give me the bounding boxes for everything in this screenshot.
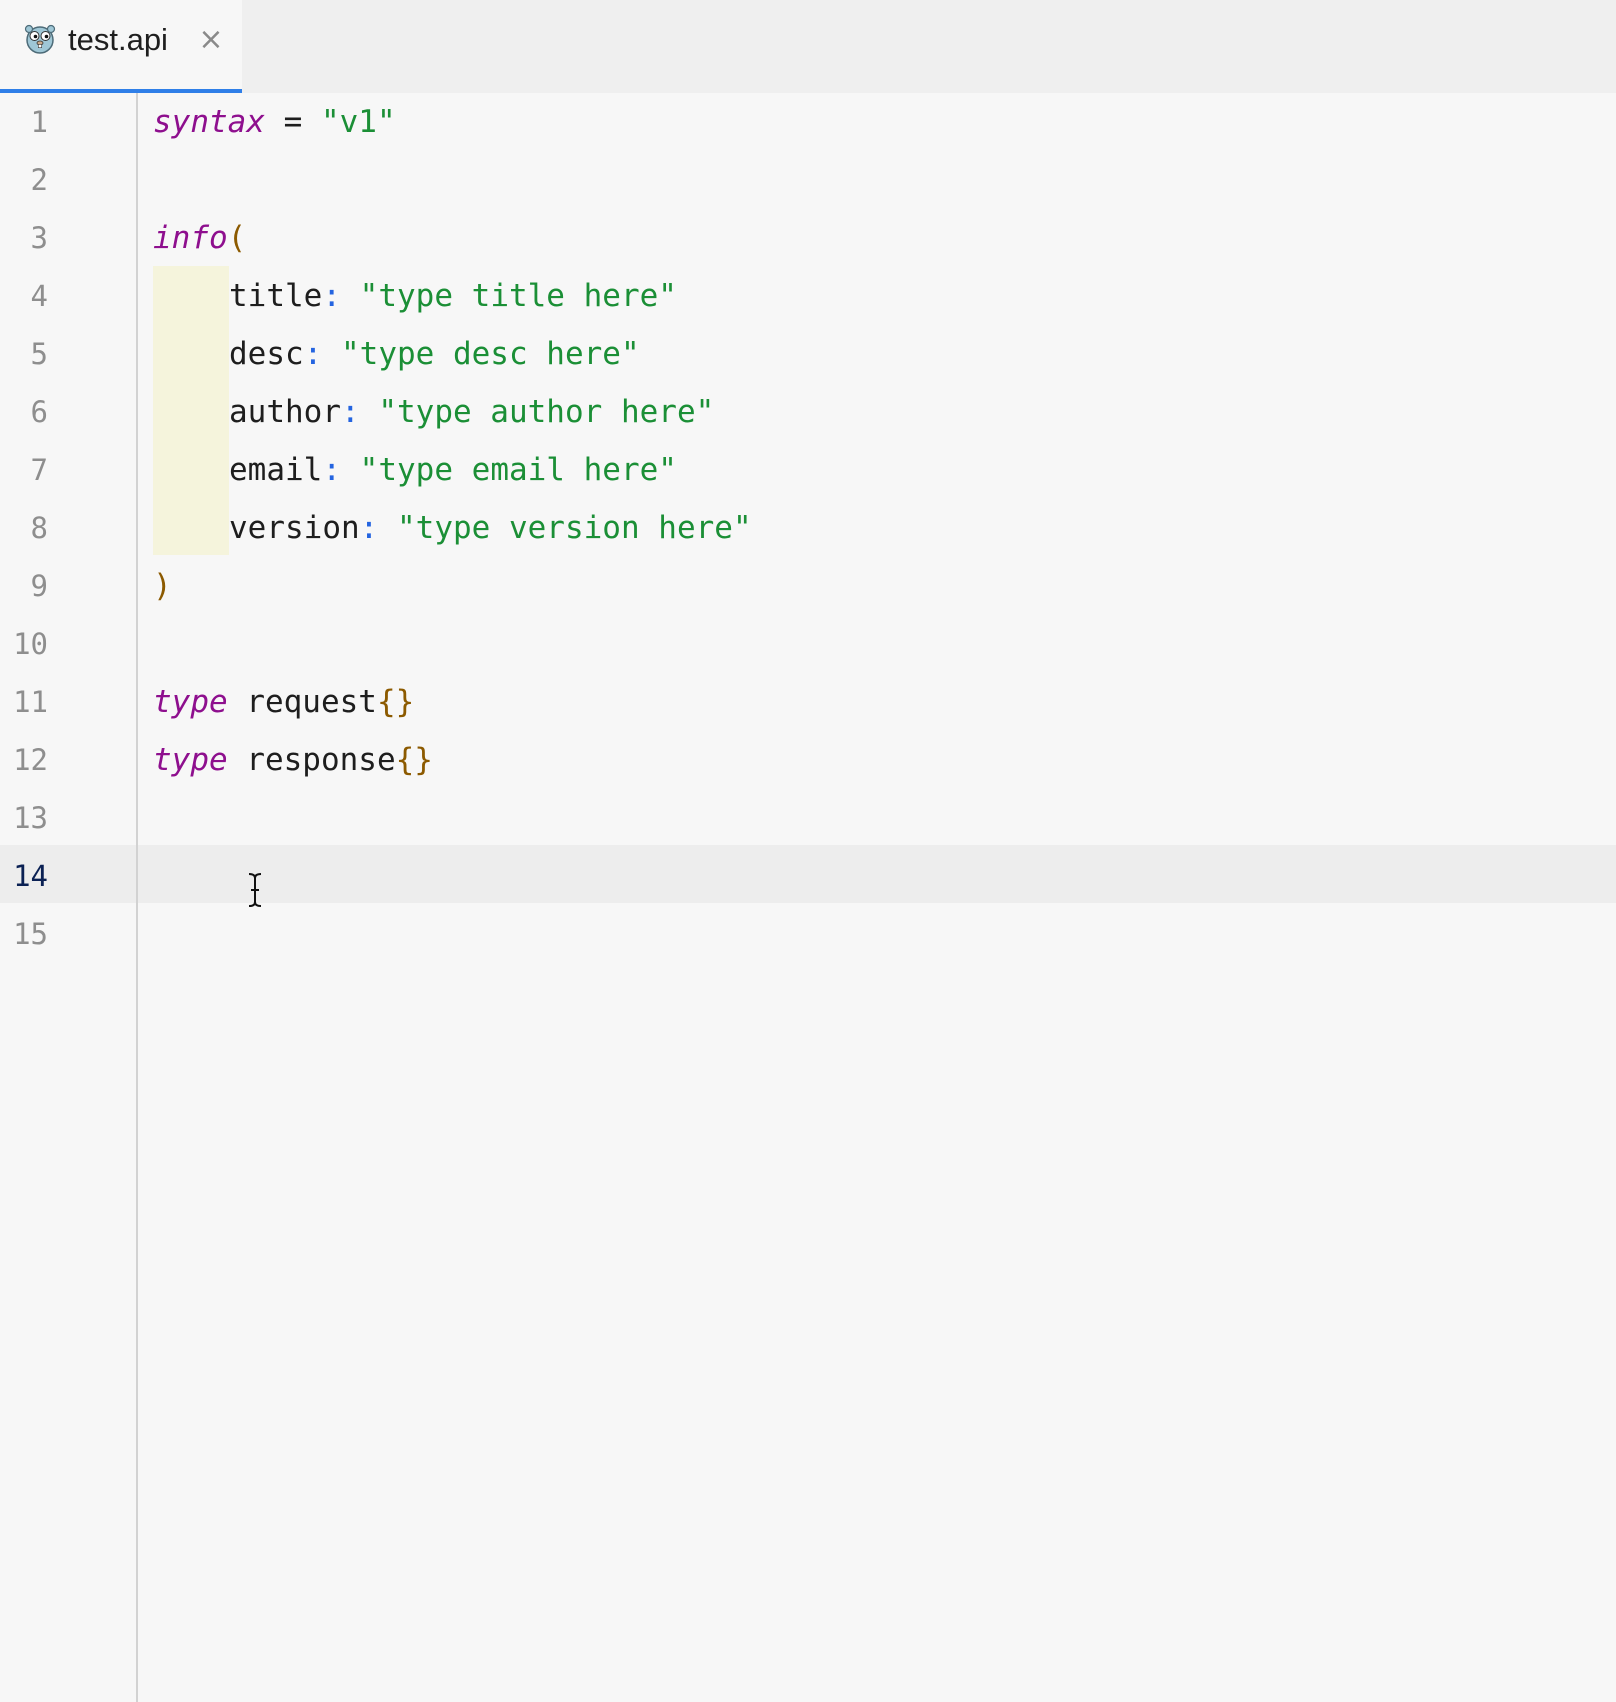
line-number: 3	[30, 221, 48, 255]
colon-token: :	[340, 394, 360, 430]
colon-token: :	[322, 452, 341, 488]
key-token: email	[229, 452, 323, 488]
line-number: 8	[30, 511, 48, 545]
line-number: 15	[13, 917, 48, 951]
line-number: 13	[13, 801, 48, 835]
paren-token: )	[153, 568, 172, 604]
keyword-token: syntax	[153, 104, 265, 140]
keyword-token: type	[153, 684, 228, 720]
indent-highlight	[153, 266, 229, 555]
keyword-token: type	[153, 742, 228, 778]
line-number: 7	[30, 453, 48, 487]
code-line-5: desc: "type desc here"	[229, 325, 640, 383]
paren-token: (	[227, 220, 247, 256]
code-line-9: )	[153, 557, 172, 615]
string-token: "type desc here"	[341, 336, 640, 372]
string-token: "type email here"	[359, 452, 677, 488]
key-token: version	[229, 510, 360, 546]
line-number: 9	[30, 569, 48, 603]
code-line-7: email: "type email here"	[229, 441, 677, 499]
close-icon[interactable]: ×	[196, 22, 226, 58]
key-token: desc	[229, 336, 304, 372]
line-number: 6	[30, 395, 48, 429]
gopher-icon	[24, 24, 56, 54]
code-line-4: title: "type title here"	[229, 267, 677, 325]
text-cursor-icon	[248, 873, 262, 907]
string-token: "v1"	[320, 104, 396, 140]
code-line-8: version: "type version here"	[229, 499, 752, 557]
code-line-3: info(	[153, 209, 246, 267]
colon-token: :	[303, 336, 323, 372]
line-number: 2	[30, 163, 48, 197]
identifier-token: response	[227, 742, 396, 778]
code-line-12: type response{}	[153, 731, 433, 789]
identifier-token: request	[227, 684, 377, 720]
key-token: author	[229, 394, 341, 430]
line-number: 1	[30, 105, 48, 139]
tab-test-api[interactable]: test.api ×	[0, 0, 242, 93]
code-line-11: type request{}	[153, 673, 414, 731]
string-token: "type title here"	[359, 278, 677, 314]
line-number: 4	[30, 279, 48, 313]
colon-token: :	[322, 278, 341, 314]
keyword-token: info	[153, 220, 228, 256]
line-number-active: 14	[13, 859, 48, 893]
current-line-highlight	[0, 845, 1616, 903]
line-number: 10	[13, 627, 48, 661]
operator-token: =	[264, 104, 321, 140]
string-token: "type version here"	[397, 510, 752, 546]
code-line-6: author: "type author here"	[229, 383, 714, 441]
line-number: 12	[13, 743, 48, 777]
editor-tab-bar: test.api ×	[0, 0, 1616, 93]
brace-token: {}	[376, 684, 415, 720]
string-token: "type author here"	[378, 394, 715, 430]
key-token: title	[229, 278, 323, 314]
gutter-separator	[136, 93, 138, 1702]
line-number: 5	[30, 337, 48, 371]
code-line-1: syntax = "v1"	[153, 93, 396, 151]
brace-token: {}	[395, 742, 433, 778]
tab-filename: test.api	[68, 22, 168, 57]
line-number: 11	[13, 685, 48, 719]
colon-token: :	[359, 510, 379, 546]
